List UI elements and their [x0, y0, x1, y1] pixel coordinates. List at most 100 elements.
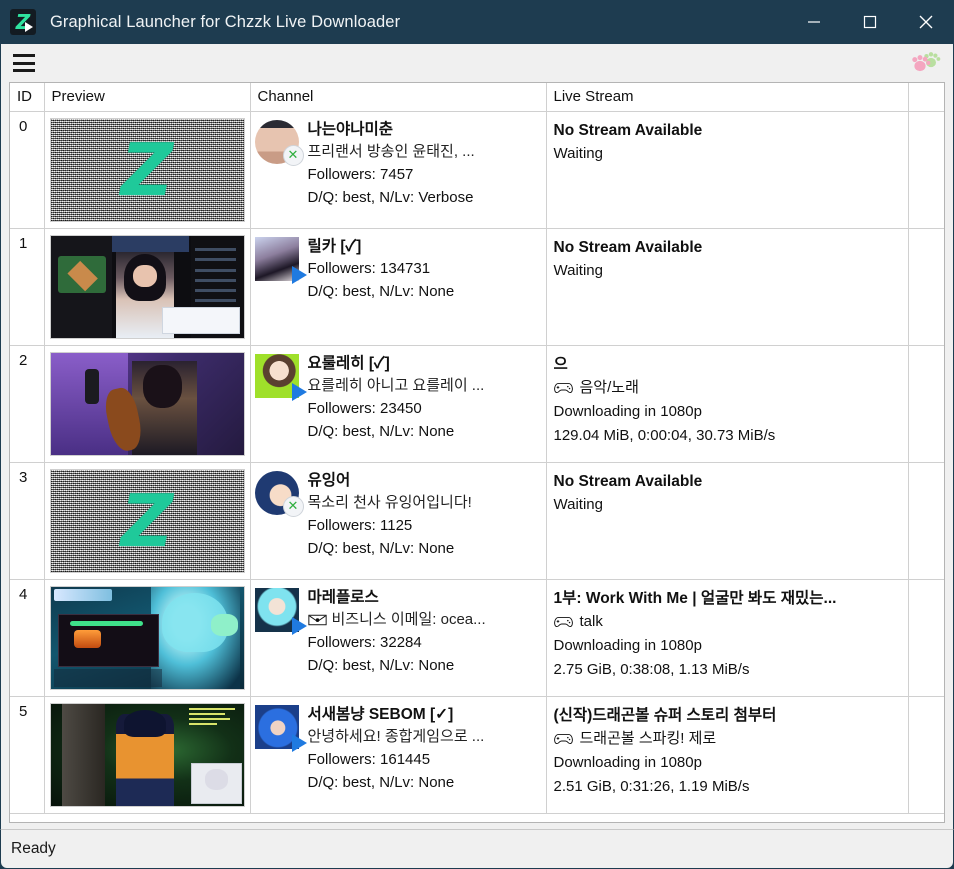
row-id: 4 — [10, 579, 45, 697]
row-actions[interactable] — [908, 111, 944, 229]
table-row[interactable]: 0 Z ✕ 나는야나미춘 프리랜서 방송인 윤태진, ... Followers… — [10, 111, 944, 229]
channel-description: 목소리 천사 유잉어입니다! — [308, 491, 540, 514]
row-channel[interactable]: 요룰레히 [✓] 요를레히 아니고 요를레이 ... Followers: 23… — [250, 345, 547, 463]
row-channel[interactable]: ✕ 나는야나미춘 프리랜서 방송인 윤태진, ... Followers: 74… — [250, 111, 547, 229]
avatar[interactable] — [254, 588, 307, 635]
hamburger-menu-icon[interactable] — [13, 54, 35, 72]
close-icon — [919, 15, 933, 29]
channel-block: 마레플로스 비즈니스 이메일: ocea... Followers: 32284… — [254, 587, 540, 677]
channel-followers: Followers: 32284 — [307, 634, 422, 651]
maximize-button[interactable] — [842, 0, 898, 44]
main-content: ID Preview Channel Live Stream 0 Z ✕ 나는야… — [0, 82, 954, 823]
table-row[interactable]: 5 서새봄냥 SEBOM [✓] 안녕하세요! 종합게임으로 ... Follo… — [10, 696, 944, 814]
live-badge-icon — [291, 734, 307, 752]
channel-name: 서새봄냥 SEBOM [✓] — [307, 706, 454, 723]
row-actions[interactable] — [908, 345, 944, 463]
channel-description: 안녕하세요! 종합게임으로 ... — [308, 725, 540, 748]
channel-name: 마레플로스 — [307, 589, 379, 606]
offline-badge-icon: ✕ — [282, 496, 304, 517]
row-preview[interactable]: Z — [44, 111, 251, 229]
row-live-stream[interactable]: 1부: Work With Me | 얼굴만 봐도 재밌는... talk Do… — [546, 579, 909, 697]
avatar[interactable] — [254, 705, 307, 752]
title-bar: Z Graphical Launcher for Chzzk Live Down… — [0, 0, 954, 44]
offline-badge-icon: ✕ — [282, 145, 304, 166]
row-live-stream[interactable]: (신작)드래곤볼 슈퍼 스토리 첨부터 드래곤볼 스파킹! 제로 Downloa… — [546, 696, 909, 814]
table-row[interactable]: 3 Z ✕ 유잉어 목소리 천사 유잉어입니다! Followers: 1125… — [10, 462, 944, 580]
row-channel[interactable]: 서새봄냥 SEBOM [✓] 안녕하세요! 종합게임으로 ... Followe… — [250, 696, 547, 814]
column-header-preview[interactable]: Preview — [44, 83, 251, 112]
column-header-live-stream[interactable]: Live Stream — [546, 83, 909, 112]
row-live-stream[interactable]: No Stream Available Waiting — [546, 462, 909, 580]
app-window: Z Graphical Launcher for Chzzk Live Down… — [0, 0, 954, 869]
header-row: ID Preview Channel Live Stream — [10, 83, 944, 112]
channel-name: 릴카 [✓] — [307, 238, 362, 255]
row-channel[interactable]: ✕ 유잉어 목소리 천사 유잉어입니다! Followers: 1125 D/Q… — [250, 462, 547, 580]
channel-block: 서새봄냥 SEBOM [✓] 안녕하세요! 종합게임으로 ... Followe… — [254, 704, 540, 794]
live-title: No Stream Available — [553, 122, 703, 139]
avatar[interactable]: ✕ — [254, 471, 304, 517]
table-body: 0 Z ✕ 나는야나미춘 프리랜서 방송인 윤태진, ... Followers… — [10, 111, 944, 814]
table-row[interactable]: 4 마레플로스 비즈니스 이메일: ocea... Followers: 322… — [10, 579, 944, 697]
preview-thumbnail[interactable]: Z — [49, 469, 245, 573]
live-stats: 129.04 MiB, 0:00:04, 30.73 MiB/s — [553, 427, 776, 444]
avatar[interactable] — [254, 354, 307, 401]
live-state: Waiting — [553, 262, 603, 279]
row-actions[interactable] — [908, 228, 944, 346]
column-header-channel[interactable]: Channel — [250, 83, 547, 112]
avatar[interactable]: ✕ — [254, 120, 304, 166]
row-channel[interactable]: 릴카 [✓] Followers: 134731 D/Q: best, N/Lv… — [250, 228, 547, 346]
column-header-id[interactable]: ID — [10, 83, 45, 112]
row-live-stream[interactable]: No Stream Available Waiting — [546, 111, 909, 229]
row-preview[interactable]: Z — [44, 462, 251, 580]
row-id: 2 — [10, 345, 45, 463]
hamburger-bar — [13, 69, 35, 72]
channel-download-quality: D/Q: best, N/Lv: None — [307, 423, 455, 440]
stream-preview-image — [50, 587, 244, 689]
preview-thumbnail[interactable] — [49, 703, 245, 807]
table-row[interactable]: 2 요룰레히 [✓] 요를레히 아니고 요를레이 ... Followers: … — [10, 345, 944, 463]
column-header-actions[interactable] — [908, 83, 944, 112]
live-badge-icon — [291, 266, 307, 284]
channel-description: 비즈니스 이메일: ocea... — [307, 608, 540, 631]
row-live-stream[interactable]: 으 음악/노래 Downloading in 1080p 129.04 MiB,… — [546, 345, 909, 463]
status-bar: Ready — [0, 829, 954, 869]
channel-description-text: 프리랜서 방송인 윤태진, ... — [307, 143, 475, 160]
row-preview[interactable] — [44, 696, 251, 814]
stream-table: ID Preview Channel Live Stream 0 Z ✕ 나는야… — [10, 83, 944, 814]
stream-preview-image — [50, 236, 244, 338]
row-actions[interactable] — [908, 696, 944, 814]
channel-followers: Followers: 7457 — [307, 166, 414, 183]
live-state: Waiting — [553, 145, 603, 162]
row-preview[interactable] — [44, 345, 251, 463]
live-state: Waiting — [553, 496, 603, 513]
close-button[interactable] — [898, 0, 954, 44]
preview-thumbnail[interactable] — [49, 586, 245, 690]
preview-thumbnail[interactable] — [49, 352, 245, 456]
preview-thumbnail[interactable]: Z — [49, 118, 245, 222]
channel-info: 나는야나미춘 프리랜서 방송인 윤태진, ... Followers: 7457… — [308, 119, 540, 209]
minimize-icon — [808, 21, 820, 23]
row-actions[interactable] — [908, 462, 944, 580]
avatar[interactable] — [254, 237, 307, 284]
row-preview[interactable] — [44, 228, 251, 346]
row-live-stream[interactable]: No Stream Available Waiting — [546, 228, 909, 346]
stream-table-container[interactable]: ID Preview Channel Live Stream 0 Z ✕ 나는야… — [9, 82, 945, 823]
live-category-text: 드래곤볼 스파킹! 제로 — [579, 730, 717, 747]
live-title: 으 — [553, 356, 568, 373]
row-actions[interactable] — [908, 579, 944, 697]
row-channel[interactable]: 마레플로스 비즈니스 이메일: ocea... Followers: 32284… — [250, 579, 547, 697]
live-title: No Stream Available — [553, 239, 703, 256]
row-id: 1 — [10, 228, 45, 346]
app-logo-play-triangle — [25, 22, 33, 32]
minimize-button[interactable] — [786, 0, 842, 44]
hamburger-bar — [13, 54, 35, 57]
live-title: (신작)드래곤볼 슈퍼 스토리 첨부터 — [553, 707, 777, 724]
channel-block: ✕ 유잉어 목소리 천사 유잉어입니다! Followers: 1125 D/Q… — [254, 470, 540, 560]
table-row[interactable]: 1 릴카 [✓] Followers: 134731 D/Q: best, N/… — [10, 228, 944, 346]
channel-download-quality: D/Q: best, N/Lv: None — [307, 540, 455, 557]
row-preview[interactable] — [44, 579, 251, 697]
preview-thumbnail[interactable] — [49, 235, 245, 339]
channel-description: 요를레히 아니고 요를레이 ... — [308, 374, 540, 397]
live-state: Downloading in 1080p — [553, 637, 702, 654]
app-logo-icon: Z — [10, 9, 36, 35]
